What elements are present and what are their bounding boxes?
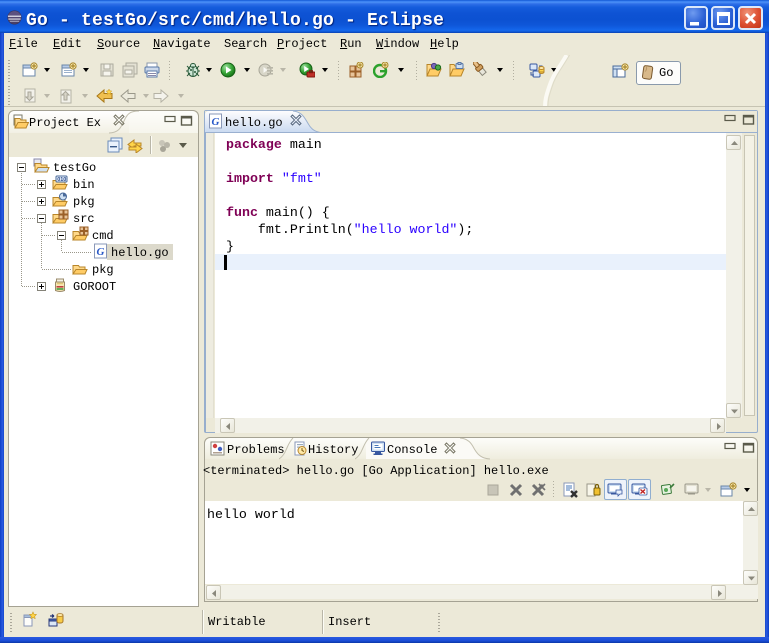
svg-text:G: G: [212, 116, 220, 128]
svg-text:010: 010: [57, 177, 66, 183]
svg-text:G: G: [97, 246, 105, 258]
